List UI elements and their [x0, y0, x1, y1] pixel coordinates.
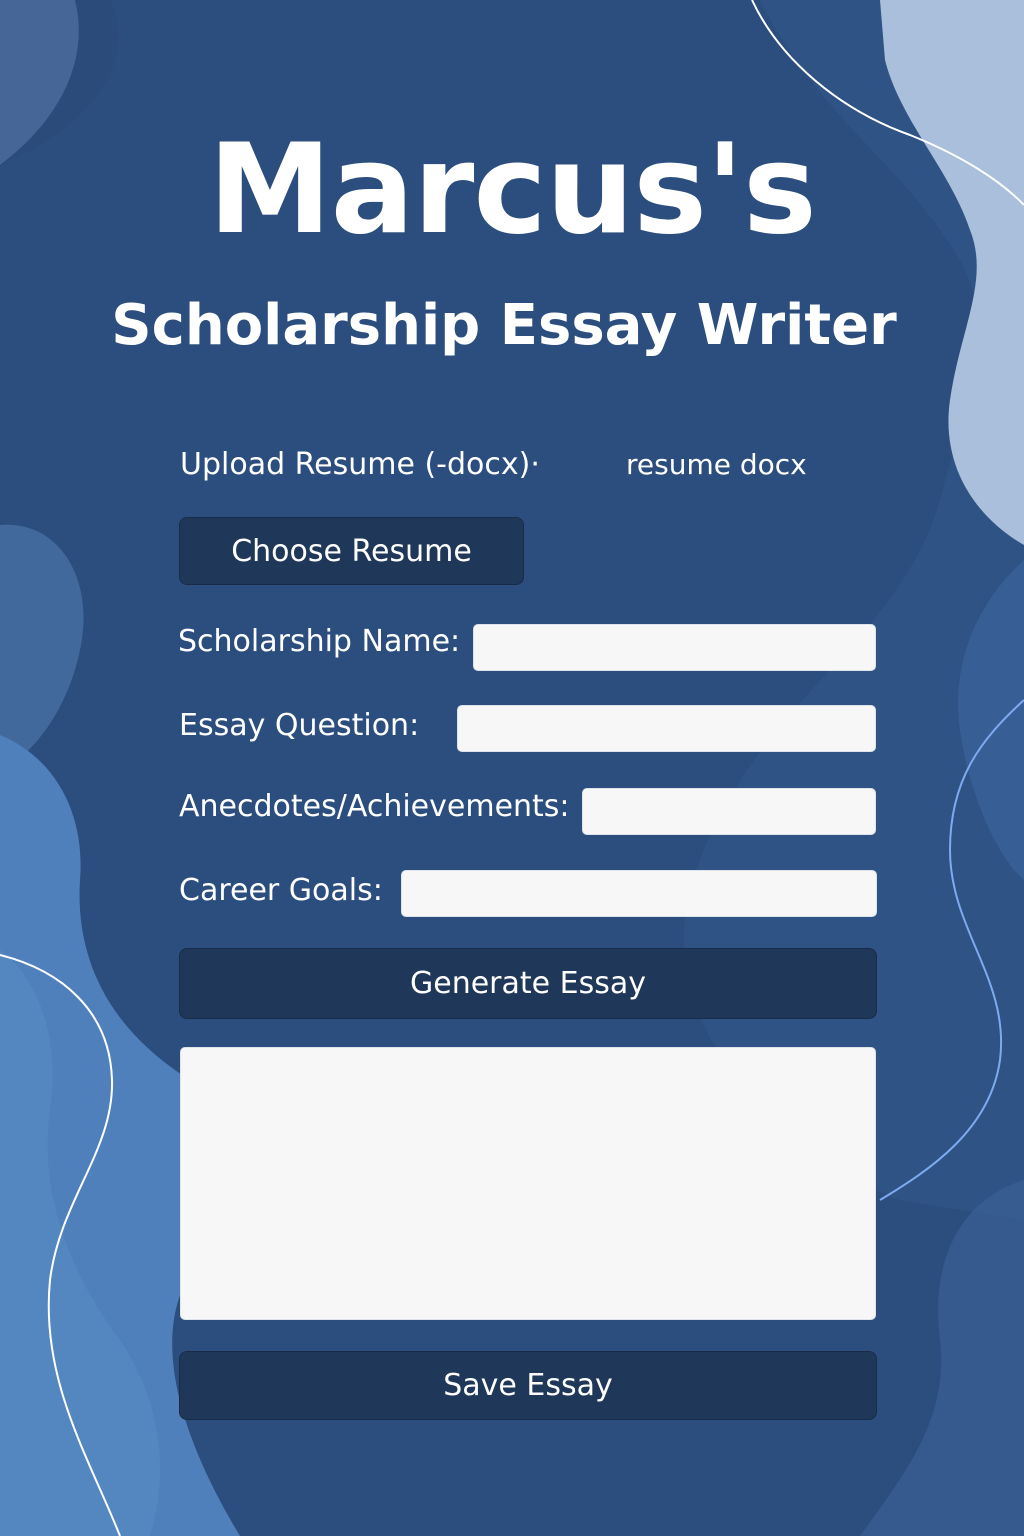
career-goals-input[interactable] — [401, 870, 877, 917]
app-content: Marcus's Scholarship Essay Writer Upload… — [0, 0, 1024, 1536]
app-subtitle: Scholarship Essay Writer — [111, 293, 897, 358]
upload-resume-label: Upload Resume (-docx)· — [180, 447, 540, 482]
choose-resume-button[interactable]: Choose Resume — [179, 517, 524, 585]
generate-essay-button[interactable]: Generate Essay — [179, 948, 877, 1019]
essay-output-textarea[interactable] — [180, 1047, 876, 1320]
save-essay-button[interactable]: Save Essay — [179, 1351, 877, 1420]
anecdotes-achievements-label: Anecdotes/Achievements: — [179, 789, 570, 824]
selected-file-name: resume docx — [626, 448, 807, 481]
essay-question-input[interactable] — [457, 705, 876, 752]
scholarship-name-input[interactable] — [473, 624, 876, 671]
anecdotes-achievements-input[interactable] — [582, 788, 876, 835]
essay-question-label: Essay Question: — [179, 708, 420, 743]
career-goals-label: Career Goals: — [179, 873, 383, 908]
scholarship-name-label: Scholarship Name: — [178, 624, 461, 659]
app-title: Marcus's — [208, 118, 817, 262]
